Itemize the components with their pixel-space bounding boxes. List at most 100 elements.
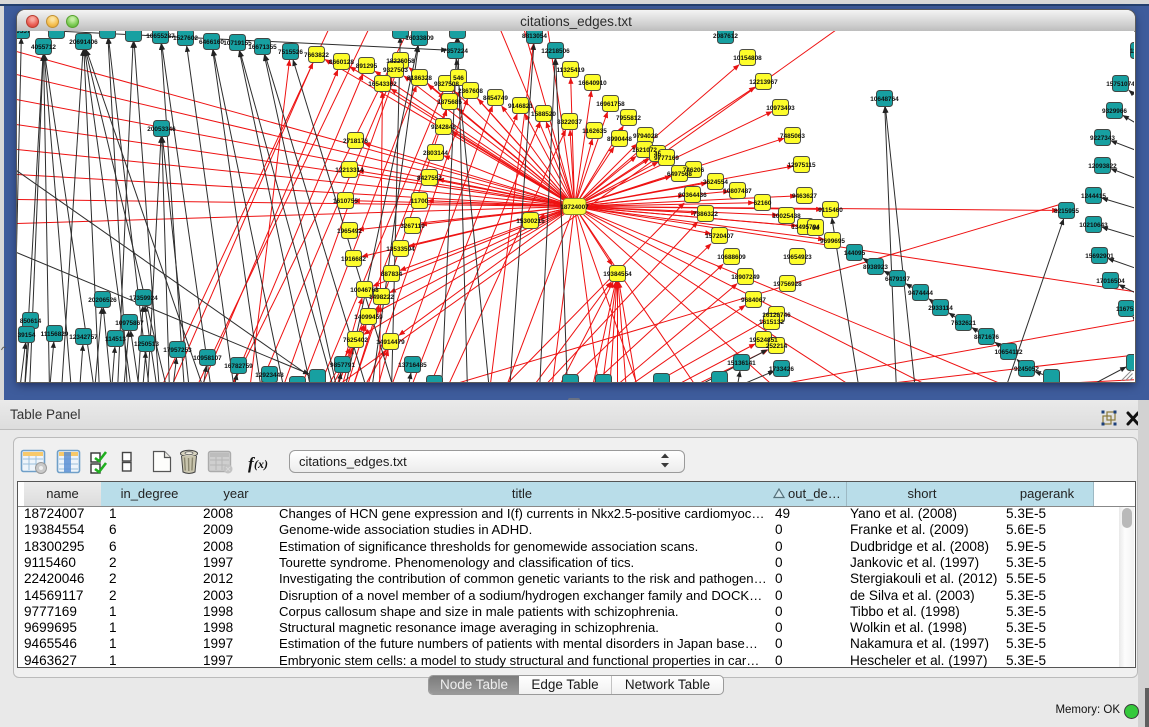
svg-text:15136141: 15136141 — [727, 360, 756, 367]
svg-text:8990448: 8990448 — [607, 136, 632, 143]
svg-text:10975867: 10975867 — [115, 320, 144, 327]
svg-text:19654923: 19654923 — [783, 254, 812, 261]
svg-text:9227343: 9227343 — [1090, 135, 1115, 142]
svg-text:16782759: 16782759 — [224, 363, 253, 370]
svg-text:8454749: 8454749 — [483, 95, 508, 102]
svg-text:8186328: 8186328 — [407, 75, 432, 82]
svg-text:8660128: 8660128 — [329, 59, 354, 66]
svg-text:114513: 114513 — [105, 336, 126, 343]
svg-text:6466160: 6466160 — [199, 39, 224, 46]
svg-text:15300215: 15300215 — [516, 218, 545, 225]
svg-text:6479197: 6479197 — [885, 276, 910, 283]
svg-text:9474444: 9474444 — [908, 290, 933, 297]
svg-text:10046768: 10046768 — [350, 287, 379, 294]
svg-text:8427552: 8427552 — [417, 175, 442, 182]
svg-text:20557: 20557 — [17, 31, 31, 35]
svg-text:7386322: 7386322 — [693, 211, 718, 218]
svg-text:1733426: 1733426 — [769, 366, 794, 373]
svg-text:7632621: 7632621 — [951, 320, 976, 327]
svg-text:11156829: 11156829 — [41, 331, 69, 338]
svg-text:16543362: 16543362 — [368, 81, 397, 88]
svg-text:10958107: 10958107 — [193, 355, 222, 362]
svg-text:39154: 39154 — [18, 332, 36, 339]
svg-text:9115460: 9115460 — [818, 207, 843, 214]
svg-text:1162635: 1162635 — [582, 128, 607, 135]
svg-text:7515526: 7515526 — [278, 49, 303, 56]
svg-text:20364436: 20364436 — [678, 192, 707, 199]
svg-text:6497568: 6497568 — [667, 171, 692, 178]
svg-text:12218506: 12218506 — [541, 48, 570, 55]
svg-text:64: 64 — [812, 225, 820, 232]
svg-text:15751074: 15751074 — [1106, 81, 1134, 88]
svg-text:8322037: 8322037 — [557, 119, 582, 126]
svg-text:7357224: 7357224 — [443, 48, 468, 55]
svg-text:9327503: 9327503 — [383, 67, 408, 74]
svg-text:7663822: 7663822 — [304, 52, 329, 59]
svg-text:20053346: 20053346 — [147, 126, 176, 133]
svg-text:20691406: 20691406 — [69, 39, 98, 46]
svg-text:13533594: 13533594 — [386, 246, 415, 253]
svg-text:546: 546 — [453, 75, 464, 82]
svg-text:15720407: 15720407 — [705, 233, 734, 240]
svg-text:891295: 891295 — [356, 63, 378, 70]
svg-text:12975115: 12975115 — [787, 162, 816, 169]
svg-text:16671355: 16671355 — [248, 44, 277, 51]
svg-text:2087612: 2087612 — [713, 33, 738, 40]
svg-text:8938923: 8938923 — [863, 264, 888, 271]
svg-text:12213314: 12213314 — [335, 167, 364, 174]
svg-text:9329966: 9329966 — [1102, 108, 1127, 115]
svg-text:1916682: 1916682 — [341, 256, 366, 263]
svg-text:17359924: 17359924 — [129, 295, 158, 302]
svg-text:7625402: 7625402 — [343, 337, 368, 344]
svg-text:12923448: 12923448 — [255, 372, 284, 379]
svg-text:15692901: 15692901 — [1085, 253, 1114, 260]
svg-text:10154808: 10154808 — [733, 55, 762, 62]
svg-text:1498222: 1498222 — [369, 294, 394, 301]
svg-text:16961758: 16961758 — [596, 101, 625, 108]
svg-text:12342757: 12342757 — [69, 334, 98, 341]
svg-text:9463627: 9463627 — [792, 193, 817, 200]
svg-text:2933114: 2933114 — [928, 305, 953, 312]
svg-text:11700: 11700 — [411, 198, 429, 205]
svg-text:9794028: 9794028 — [633, 133, 658, 140]
svg-text:9327508: 9327508 — [434, 81, 459, 88]
svg-text:1610755: 1610755 — [333, 198, 358, 205]
svg-text:18226058: 18226058 — [386, 58, 415, 65]
svg-text:10973493: 10973493 — [766, 105, 795, 112]
svg-text:(x): (x) — [254, 457, 268, 471]
svg-text:1527602: 1527602 — [173, 35, 198, 42]
svg-text:9857791: 9857791 — [330, 362, 355, 369]
svg-text:2803144: 2803144 — [423, 150, 448, 157]
svg-text:20206526: 20206526 — [88, 297, 117, 304]
svg-text:3267110: 3267110 — [400, 223, 425, 230]
svg-text:2367608: 2367608 — [458, 88, 483, 95]
svg-text:12093822: 12093822 — [1088, 163, 1117, 170]
svg-text:252214: 252214 — [766, 343, 788, 350]
svg-text:1250513: 1250513 — [134, 341, 159, 348]
svg-text:10648764: 10648764 — [870, 96, 899, 103]
svg-text:16120746: 16120746 — [762, 312, 791, 319]
svg-text:13716485: 13716485 — [398, 362, 427, 369]
svg-text:10210643: 10210643 — [1079, 222, 1108, 229]
svg-text:7955812: 7955812 — [616, 115, 641, 122]
svg-text:10807487: 10807487 — [723, 188, 752, 195]
svg-text:12213967: 12213967 — [749, 79, 778, 86]
svg-text:18907249: 18907249 — [731, 274, 760, 281]
svg-text:10654112: 10654112 — [994, 349, 1023, 356]
svg-text:8813054: 8813054 — [522, 33, 547, 40]
svg-text:10655287: 10655287 — [146, 33, 175, 40]
svg-text:887834: 887834 — [381, 271, 403, 278]
svg-text:9684067: 9684067 — [741, 297, 766, 304]
svg-text:10688609: 10688609 — [717, 254, 746, 261]
svg-text:850614: 850614 — [20, 318, 42, 325]
svg-text:8215955: 8215955 — [1054, 208, 1079, 215]
svg-text:9699695: 9699695 — [820, 238, 845, 245]
svg-text:10025438: 10025438 — [772, 213, 801, 220]
svg-text:16640910: 16640910 — [578, 80, 607, 87]
svg-text:2718176: 2718176 — [343, 138, 368, 145]
svg-text:17957253: 17957253 — [163, 347, 192, 354]
svg-text:19384554: 19384554 — [603, 271, 632, 278]
svg-text:3624554: 3624554 — [703, 179, 728, 186]
svg-text:1244415: 1244415 — [1081, 193, 1106, 200]
svg-text:11123: 11123 — [1130, 48, 1134, 55]
